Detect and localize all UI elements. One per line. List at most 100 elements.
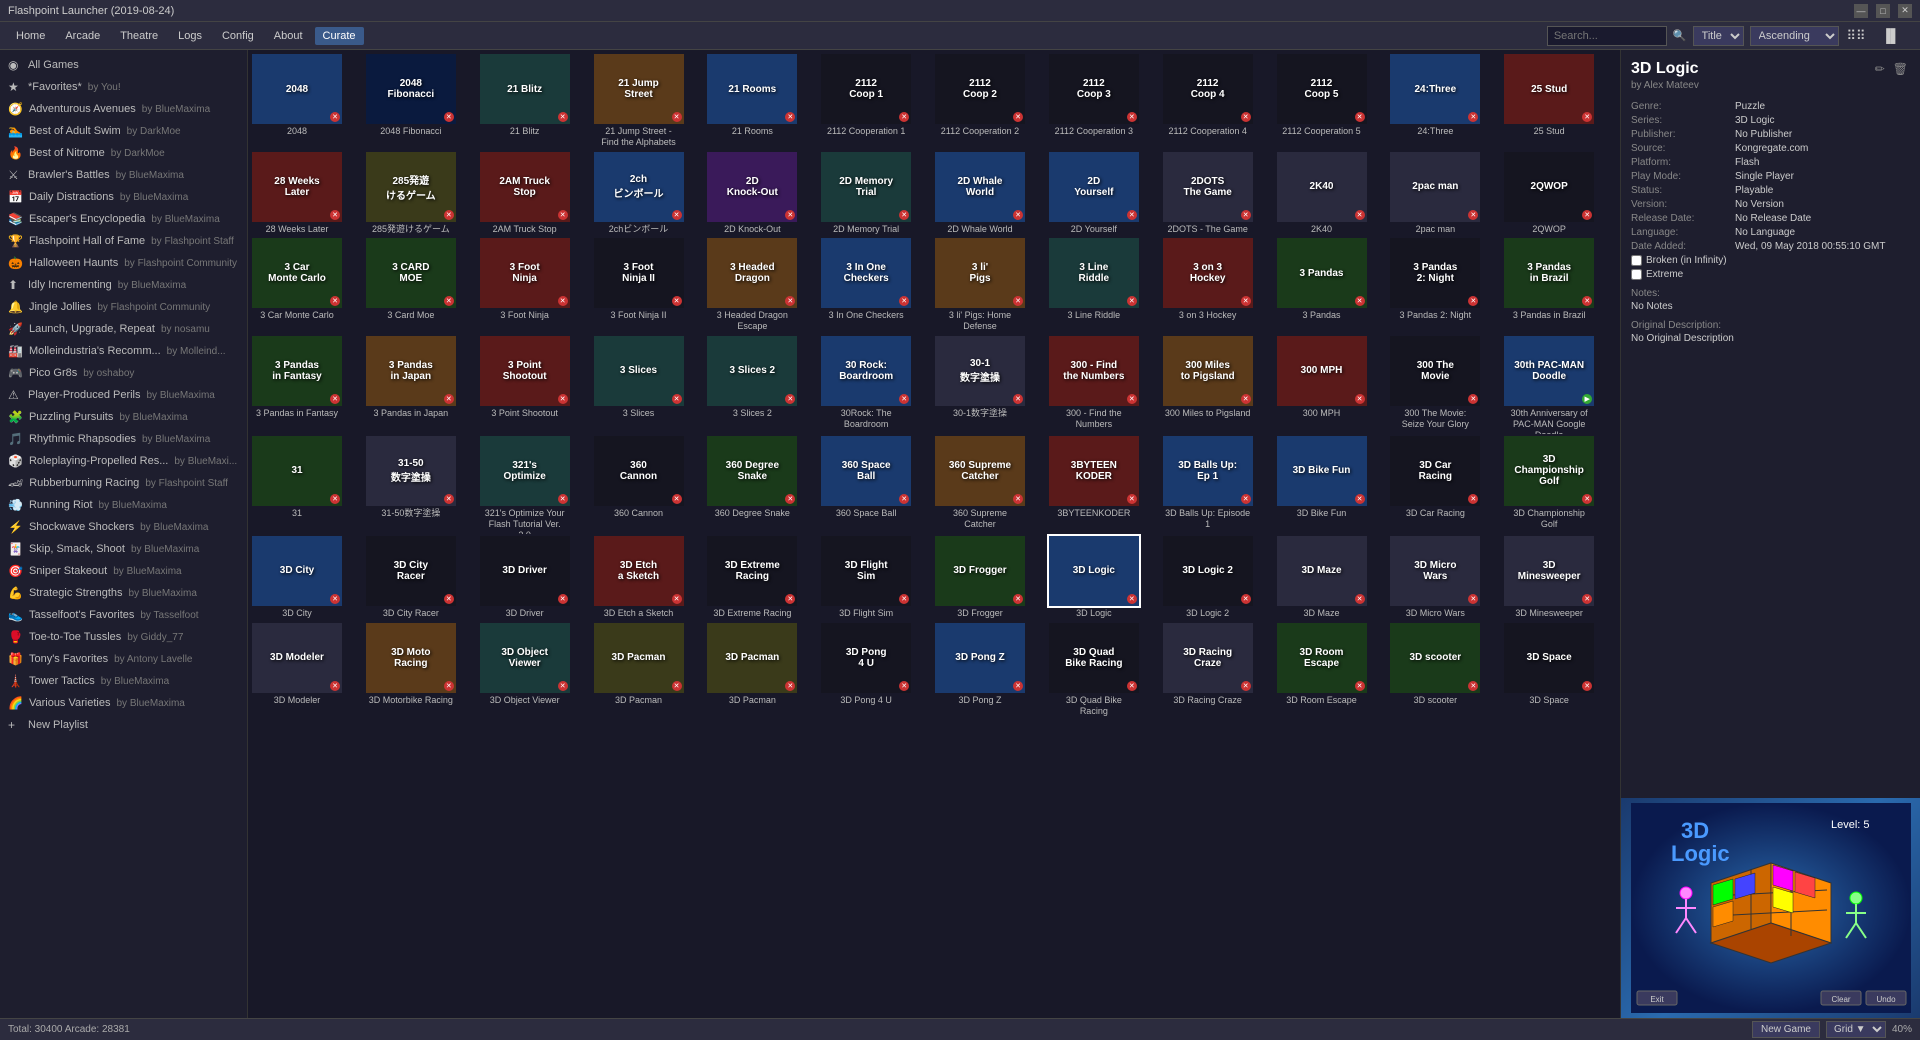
- game-tile[interactable]: 3D Championship Golf✕3D Championship Gol…: [1504, 436, 1594, 534]
- sidebar-item-30[interactable]: +New Playlist: [0, 714, 247, 736]
- view-select[interactable]: Grid ▼: [1826, 1021, 1886, 1038]
- game-tile[interactable]: 3 Car Monte Carlo✕3 Car Monte Carlo: [252, 238, 342, 334]
- game-tile[interactable]: 2048✕2048: [252, 54, 342, 150]
- game-tile[interactable]: 3D Logic 2✕3D Logic 2: [1163, 536, 1253, 621]
- game-tile[interactable]: 3 Slices 2✕3 Slices 2: [707, 336, 797, 434]
- menu-theatre[interactable]: Theatre: [112, 27, 166, 45]
- game-tile[interactable]: 3 Foot Ninja II✕3 Foot Ninja II: [594, 238, 684, 334]
- game-tile[interactable]: 285発遊 けるゲーム✕285発遊けるゲーム: [366, 152, 456, 237]
- game-tile[interactable]: 3 Point Shootout✕3 Point Shootout: [480, 336, 570, 434]
- game-tile[interactable]: 3 li' Pigs✕3 li' Pigs: Home Defense: [935, 238, 1025, 334]
- game-tile[interactable]: 3D City✕3D City: [252, 536, 342, 621]
- game-tile[interactable]: 2112 Coop 5✕2112 Cooperation 5: [1277, 54, 1367, 150]
- sidebar-item-0[interactable]: ◉All Games: [0, 54, 247, 76]
- game-tile[interactable]: 300 MPH✕300 MPH: [1277, 336, 1367, 434]
- game-tile[interactable]: 360 Space Ball✕360 Space Ball: [821, 436, 911, 534]
- delete-button[interactable]: 🗑: [1891, 60, 1910, 78]
- game-tile[interactable]: 3D Quad Bike Racing✕3D Quad Bike Racing: [1049, 623, 1139, 719]
- game-tile[interactable]: 3D Modeler✕3D Modeler: [252, 623, 342, 719]
- menu-config[interactable]: Config: [214, 27, 262, 45]
- game-tile[interactable]: 3D Pong Z✕3D Pong Z: [935, 623, 1025, 719]
- sidebar-item-16[interactable]: 🧩Puzzling Pursuits by BlueMaxima: [0, 406, 247, 428]
- sidebar-item-29[interactable]: 🌈Various Varieties by BlueMaxima: [0, 692, 247, 714]
- close-button[interactable]: ✕: [1898, 4, 1912, 18]
- game-tile[interactable]: 3BYTEEN KODER✕3BYTEENKODER: [1049, 436, 1139, 534]
- game-tile[interactable]: 300 - Find the Numbers✕300 - Find the Nu…: [1049, 336, 1139, 434]
- extreme-checkbox[interactable]: [1631, 269, 1642, 280]
- search-input[interactable]: [1547, 26, 1667, 46]
- game-tile[interactable]: 31✕31: [252, 436, 342, 534]
- menu-about[interactable]: About: [266, 27, 311, 45]
- sidebar-item-17[interactable]: 🎵Rhythmic Rhapsodies by BlueMaxima: [0, 428, 247, 450]
- broken-checkbox[interactable]: [1631, 255, 1642, 266]
- game-tile[interactable]: 2D Whale World✕2D Whale World: [935, 152, 1025, 237]
- game-tile[interactable]: 3D Space✕3D Space: [1504, 623, 1594, 719]
- sidebar-item-13[interactable]: 🏭Molleindustria's Recomm... by Molleind.…: [0, 340, 247, 362]
- sidebar-item-28[interactable]: 🗼Tower Tactics by BlueMaxima: [0, 670, 247, 692]
- game-tile[interactable]: 2QWOP✕2QWOP: [1504, 152, 1594, 237]
- game-tile[interactable]: 2AM Truck Stop✕2AM Truck Stop: [480, 152, 570, 237]
- game-tile[interactable]: 3 Pandas in Fantasy✕3 Pandas in Fantasy: [252, 336, 342, 434]
- sidebar-item-5[interactable]: ⚔Brawler's Battles by BlueMaxima: [0, 164, 247, 186]
- sidebar-item-20[interactable]: 💨Running Riot by BlueMaxima: [0, 494, 247, 516]
- sidebar-item-15[interactable]: ⚠Player-Produced Perils by BlueMaxima: [0, 384, 247, 406]
- game-tile[interactable]: 3D Driver✕3D Driver: [480, 536, 570, 621]
- game-tile[interactable]: 24:Three✕24:Three: [1390, 54, 1480, 150]
- game-tile[interactable]: 3 In One Checkers✕3 In One Checkers: [821, 238, 911, 334]
- sidebar-item-14[interactable]: 🎮Pico Gr8s by oshaboy: [0, 362, 247, 384]
- game-tile[interactable]: 3 Slices✕3 Slices: [594, 336, 684, 434]
- game-tile[interactable]: 3D Logic✕3D Logic: [1049, 536, 1139, 621]
- sidebar-item-7[interactable]: 📚Escaper's Encyclopedia by BlueMaxima: [0, 208, 247, 230]
- search-icon[interactable]: 🔍: [1673, 29, 1687, 42]
- menu-home[interactable]: Home: [8, 27, 53, 45]
- game-tile[interactable]: 25 Stud✕25 Stud: [1504, 54, 1594, 150]
- game-tile[interactable]: 3D Etch a Sketch✕3D Etch a Sketch: [594, 536, 684, 621]
- game-tile[interactable]: 2DOTS The Game✕2DOTS - The Game: [1163, 152, 1253, 237]
- game-tile[interactable]: 2112 Coop 3✕2112 Cooperation 3: [1049, 54, 1139, 150]
- game-tile[interactable]: 21 Jump Street✕21 Jump Street - Find the…: [594, 54, 684, 150]
- minimize-button[interactable]: —: [1854, 4, 1868, 18]
- game-tile[interactable]: 28 Weeks Later✕28 Weeks Later: [252, 152, 342, 237]
- sidebar-item-1[interactable]: ★*Favorites* by You!: [0, 76, 247, 98]
- game-tile[interactable]: 3D Micro Wars✕3D Micro Wars: [1390, 536, 1480, 621]
- game-tile[interactable]: 3D Pacman✕3D Pacman: [707, 623, 797, 719]
- sidebar-item-24[interactable]: 💪Strategic Strengths by BlueMaxima: [0, 582, 247, 604]
- game-tile[interactable]: 3D Frogger✕3D Frogger: [935, 536, 1025, 621]
- maximize-button[interactable]: □: [1876, 4, 1890, 18]
- sort-field-select[interactable]: Title: [1693, 26, 1744, 46]
- sidebar-item-6[interactable]: 📅Daily Distractions by BlueMaxima: [0, 186, 247, 208]
- sidebar-item-3[interactable]: 🏊Best of Adult Swim by DarkMoe: [0, 120, 247, 142]
- game-tile[interactable]: 2112 Coop 1✕2112 Cooperation 1: [821, 54, 911, 150]
- sidebar-item-4[interactable]: 🔥Best of Nitrome by DarkMoe: [0, 142, 247, 164]
- game-tile[interactable]: 3 on 3 Hockey✕3 on 3 Hockey: [1163, 238, 1253, 334]
- sidebar-item-23[interactable]: 🎯Sniper Stakeout by BlueMaxima: [0, 560, 247, 582]
- game-tile[interactable]: 30 Rock: Boardroom✕30Rock: The Boardroom: [821, 336, 911, 434]
- game-tile[interactable]: 2D Yourself✕2D Yourself: [1049, 152, 1139, 237]
- game-tile[interactable]: 3D Pacman✕3D Pacman: [594, 623, 684, 719]
- game-tile[interactable]: 30-1 数字塗操✕30-1数字塗操: [935, 336, 1025, 434]
- game-tile[interactable]: 3D Flight Sim✕3D Flight Sim: [821, 536, 911, 621]
- sidebar-item-12[interactable]: 🚀Launch, Upgrade, Repeat by nosamu: [0, 318, 247, 340]
- game-tile[interactable]: 300 The Movie✕300 The Movie: Seize Your …: [1390, 336, 1480, 434]
- game-tile[interactable]: 30th PAC-MAN Doodle▶30th Anniversary of …: [1504, 336, 1594, 434]
- sidebar-item-22[interactable]: 🃏Skip, Smack, Shoot by BlueMaxima: [0, 538, 247, 560]
- game-tile[interactable]: 360 Supreme Catcher✕360 Supreme Catcher: [935, 436, 1025, 534]
- sidebar-item-10[interactable]: ⬆Idly Incrementing by BlueMaxima: [0, 274, 247, 296]
- game-tile[interactable]: 3D Room Escape✕3D Room Escape: [1277, 623, 1367, 719]
- game-tile[interactable]: 3 Pandas 2: Night✕3 Pandas 2: Night: [1390, 238, 1480, 334]
- game-tile[interactable]: 21 Rooms✕21 Rooms: [707, 54, 797, 150]
- game-grid-container[interactable]: 2048✕20482048 Fibonacci✕2048 Fibonacci21…: [248, 50, 1620, 1018]
- menu-logs[interactable]: Logs: [170, 27, 210, 45]
- game-tile[interactable]: 2pac man✕2pac man: [1390, 152, 1480, 237]
- game-tile[interactable]: 3D scooter✕3D scooter: [1390, 623, 1480, 719]
- view-toggle-button[interactable]: ⠿⠿: [1843, 26, 1870, 46]
- game-tile[interactable]: 3 Pandas in Japan✕3 Pandas in Japan: [366, 336, 456, 434]
- game-tile[interactable]: 2K40✕2K40: [1277, 152, 1367, 237]
- menu-arcade[interactable]: Arcade: [57, 27, 108, 45]
- game-tile[interactable]: 3 Headed Dragon✕3 Headed Dragon Escape: [707, 238, 797, 334]
- game-tile[interactable]: 3D Extreme Racing✕3D Extreme Racing: [707, 536, 797, 621]
- sidebar-item-21[interactable]: ⚡Shockwave Shockers by BlueMaxima: [0, 516, 247, 538]
- game-tile[interactable]: 3D Moto Racing✕3D Motorbike Racing: [366, 623, 456, 719]
- game-tile[interactable]: 360 Cannon✕360 Cannon: [594, 436, 684, 534]
- new-game-button[interactable]: New Game: [1752, 1021, 1820, 1038]
